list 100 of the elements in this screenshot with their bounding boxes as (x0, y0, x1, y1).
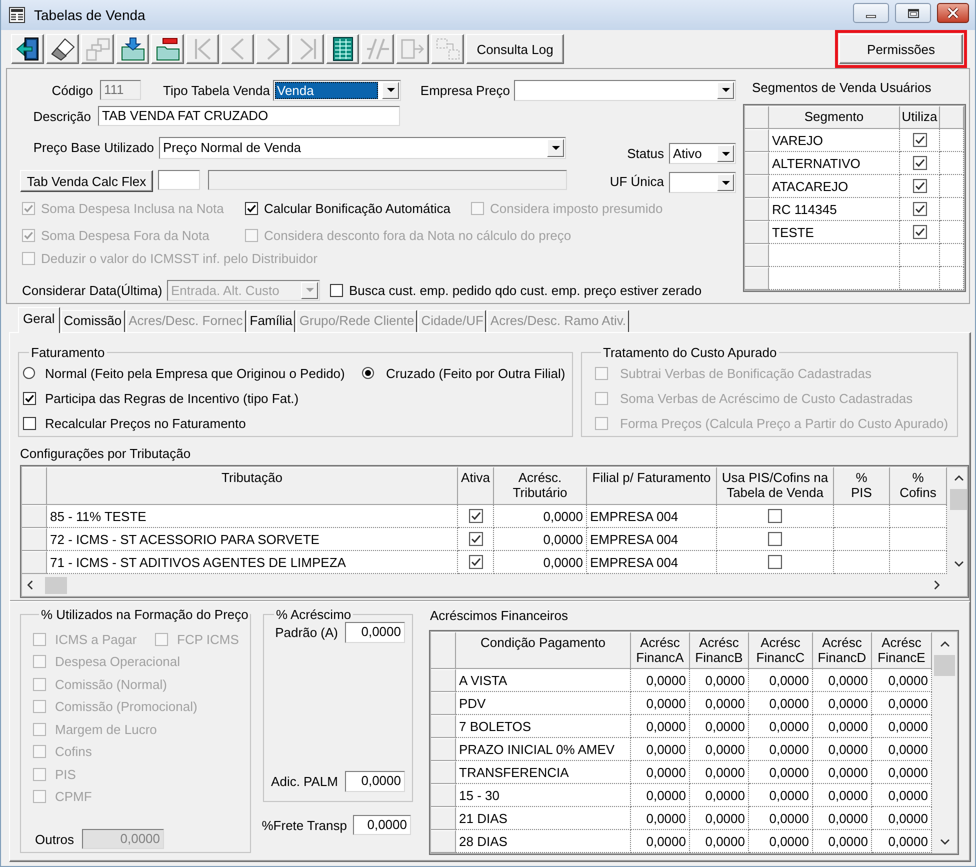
input-field[interactable]: 0,0000 (345, 622, 405, 643)
table-cell: 7 BOLETOS (456, 715, 631, 738)
column-header: Acrésc FinancA (631, 632, 690, 669)
checkbox[interactable] (245, 202, 258, 214)
door-arrow-icon (16, 37, 40, 61)
dropdown[interactable]: Ativo (669, 143, 736, 164)
checkbox-label: Recalcular Preços no Faturamento (45, 416, 246, 430)
scroll-up-icon[interactable] (940, 641, 950, 647)
table-cell: 0,0000 (690, 738, 749, 761)
table-cell: 0,0000 (749, 761, 813, 784)
group-title: % Utilizados na Formação do Preço (40, 607, 250, 622)
scroll-thumb[interactable] (45, 576, 67, 594)
table-cell: 0,0000 (631, 669, 690, 692)
maximize-button[interactable] (895, 3, 931, 23)
table-cell: 0,0000 (813, 784, 872, 807)
field-label: Empresa Preço (420, 82, 510, 98)
table-cell (890, 551, 947, 574)
checkbox-label: PIS (55, 766, 76, 782)
input-field[interactable]: 0,0000 (353, 815, 411, 835)
dropdown[interactable]: Preço Normal de Venda (159, 137, 566, 159)
column-header: Acrésc FinancC (749, 632, 813, 669)
table-cell: 0,0000 (690, 669, 749, 692)
tab[interactable]: Geral (18, 307, 60, 333)
scroll-down-icon[interactable] (954, 561, 964, 567)
toolbar-button[interactable] (326, 34, 359, 64)
window-title: Tabelas de Venda (34, 7, 146, 23)
tab[interactable]: Família (246, 310, 296, 332)
checkbox[interactable] (23, 416, 36, 430)
checkbox[interactable] (330, 284, 343, 296)
checkbox[interactable] (912, 225, 926, 239)
column-header: Utiliza (900, 106, 940, 129)
close-button[interactable] (937, 3, 969, 23)
checkbox-label: ICMS a Pagar (55, 632, 137, 647)
checkbox[interactable] (912, 202, 926, 216)
toolbar-button[interactable] (46, 34, 79, 64)
row-header-cell (745, 152, 769, 175)
toolbar-button[interactable] (151, 34, 184, 64)
input-field[interactable]: 0,0000 (345, 771, 405, 792)
scroll-left-icon[interactable] (27, 580, 33, 590)
scroll-up-icon[interactable] (954, 475, 964, 481)
dropdown[interactable] (669, 172, 736, 193)
column-header: Condição Pagamento (456, 632, 631, 669)
radio-label: Cruzado (Feito por Outra Filial) (386, 366, 566, 380)
dropdown[interactable]: Venda (273, 80, 401, 100)
table-cell: 0,0000 (690, 715, 749, 738)
toolbar-button[interactable] (116, 34, 149, 64)
scroll-thumb[interactable] (934, 655, 955, 676)
radio-button[interactable] (362, 367, 374, 379)
row-header-cell (431, 761, 456, 784)
row-header-cell (745, 244, 769, 267)
checkbox-label: Despesa Operacional (55, 654, 180, 670)
checkbox-label: Comissão (Normal) (55, 676, 167, 692)
calc-flex-button[interactable]: Tab Venda Calc Flex (20, 170, 153, 192)
table-cell: ATACAREJO (769, 175, 900, 198)
table-cell: PDV (456, 692, 631, 715)
checkbox[interactable] (912, 156, 926, 170)
dropdown[interactable] (514, 80, 736, 100)
radio-button[interactable] (23, 367, 35, 379)
column-header: Usa PIS/Cofins na Tabela de Venda (717, 467, 834, 505)
checkbox[interactable] (768, 555, 782, 569)
column-header: Tributação (47, 467, 458, 505)
checkbox[interactable] (23, 392, 36, 404)
group-title: % Acréscimo (275, 607, 352, 622)
column-header: % Cofins (890, 467, 947, 505)
checkbox[interactable] (912, 133, 926, 147)
consulta-log-button[interactable]: Consulta Log (466, 34, 564, 64)
checkbox[interactable] (768, 509, 782, 523)
minimize-button[interactable] (853, 3, 889, 23)
column-header: % PIS (834, 467, 890, 505)
checkbox[interactable] (468, 555, 482, 569)
table-cell: VAREJO (769, 129, 900, 152)
checkbox[interactable] (912, 179, 926, 193)
section-title: Segmentos de Venda Usuários (752, 80, 932, 95)
tab[interactable]: Comissão (60, 310, 125, 332)
scroll-right-icon[interactable] (934, 580, 940, 590)
table-cell: 0,0000 (749, 738, 813, 761)
checkbox-label: Busca cust. emp. pedido qdo cust. emp. preço estiver zerado (349, 282, 702, 298)
checkbox[interactable] (468, 532, 482, 546)
table-cell: TESTE (769, 221, 900, 244)
input-field[interactable]: TAB VENDA FAT CRUZADO (98, 106, 400, 126)
row-header-cell (745, 129, 769, 152)
permissions-button[interactable]: Permissões (839, 34, 963, 64)
table-cell: PRAZO INICIAL 0% AMEV (456, 738, 631, 761)
column-header: Acrésc FinancD (813, 632, 872, 669)
table-cell: 72 - ICMS - ST ACESSORIO PARA SORVETE (47, 528, 458, 551)
table-cell: ALTERNATIVO (769, 152, 900, 175)
checkbox-label: Soma Despesa Inclusa na Nota (41, 200, 224, 216)
table-cell: 0,0000 (872, 715, 932, 738)
checkbox-label: Soma Despesa Fora da Nota (41, 228, 210, 242)
table-cell: 0,0000 (631, 738, 690, 761)
table-cell: 0,0000 (872, 669, 932, 692)
table-cell: 0,0000 (813, 692, 872, 715)
scroll-down-icon[interactable] (940, 839, 950, 845)
checkbox[interactable] (468, 509, 482, 523)
toolbar-button[interactable] (11, 34, 44, 64)
checkbox[interactable] (768, 532, 782, 546)
scroll-thumb[interactable] (950, 489, 967, 510)
input-field[interactable] (158, 170, 200, 190)
table-cell: 0,0000 (872, 761, 932, 784)
field-label: Adic. PALM (271, 774, 338, 789)
